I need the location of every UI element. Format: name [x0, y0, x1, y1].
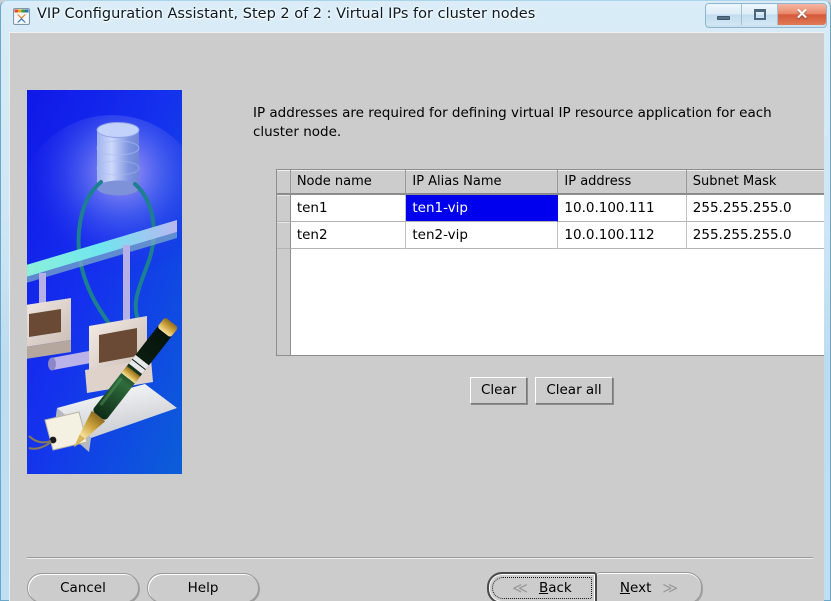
table-header-ip-alias-name[interactable]: IP Alias Name [406, 170, 558, 194]
row-selector-cell[interactable] [277, 195, 291, 222]
next-button[interactable]: Next ≫ [597, 572, 702, 601]
vip-table[interactable]: Node name IP Alias Name IP address Subne… [276, 169, 824, 356]
back-button-content: ≪ Back [489, 574, 595, 601]
next-label-rest: ext [630, 580, 651, 596]
table-empty-area [277, 249, 824, 356]
minimize-icon [717, 16, 730, 20]
next-mnemonic: N [620, 580, 630, 596]
cell-ip-alias-name[interactable]: ten2-vip [406, 222, 558, 249]
clear-all-button[interactable]: Clear all [535, 377, 612, 404]
dialog-client-area: IP addresses are required for defining v… [9, 32, 824, 601]
window-controls: ✕ [705, 3, 827, 28]
navigation-button-group: ≪ Back Next ≫ [487, 572, 702, 601]
window-title: VIP Configuration Assistant, Step 2 of 2… [37, 6, 535, 22]
empty-rows-area [291, 249, 824, 356]
maximize-button[interactable] [742, 4, 778, 25]
table-header-ip-address[interactable]: IP address [558, 170, 686, 194]
table-row[interactable]: ten1 ten1-vip 10.0.100.111 255.255.255.0 [277, 195, 824, 222]
cancel-button[interactable]: Cancel [27, 573, 139, 601]
close-button[interactable]: ✕ [778, 4, 826, 25]
next-button-label: Next [620, 573, 651, 601]
instruction-text: IP addresses are required for defining v… [253, 104, 811, 142]
cell-ip-address[interactable]: 10.0.100.112 [558, 222, 686, 249]
banner-illustration [27, 90, 182, 474]
chevron-right-icon: ≫ [662, 581, 678, 596]
table-header-row: Node name IP Alias Name IP address Subne… [277, 170, 824, 195]
cell-node-name[interactable]: ten1 [291, 195, 407, 222]
table-header-subnet-mask[interactable]: Subnet Mask [687, 170, 824, 194]
table-row[interactable]: ten2 ten2-vip 10.0.100.112 255.255.255.0 [277, 222, 824, 249]
clear-button[interactable]: Clear [470, 377, 527, 404]
next-button-content: Next ≫ [597, 573, 701, 601]
footer-separator [27, 557, 813, 558]
back-button[interactable]: ≪ Back [487, 572, 597, 601]
maximize-icon [754, 9, 766, 20]
empty-row-selector-column [277, 249, 291, 356]
clear-button-group: Clear Clear all [470, 377, 613, 404]
minimize-button[interactable] [706, 4, 742, 25]
table-header-node-name[interactable]: Node name [291, 170, 407, 194]
cell-ip-address[interactable]: 10.0.100.111 [558, 195, 686, 222]
cell-subnet-mask[interactable]: 255.255.255.0 [687, 195, 824, 222]
title-bar[interactable]: VIP Configuration Assistant, Step 2 of 2… [1, 1, 831, 31]
cell-ip-alias-name-selected[interactable]: ten1-vip [406, 195, 558, 222]
oracle-assistant-icon [13, 8, 30, 25]
application-window: VIP Configuration Assistant, Step 2 of 2… [0, 0, 831, 601]
row-selector-cell[interactable] [277, 222, 291, 249]
back-mnemonic: B [539, 580, 548, 596]
cell-subnet-mask[interactable]: 255.255.255.0 [687, 222, 824, 249]
help-button[interactable]: Help [147, 573, 259, 601]
back-label-rest: ack [548, 580, 572, 596]
close-icon: ✕ [778, 4, 826, 25]
chevron-left-icon: ≪ [512, 581, 528, 596]
back-button-label: Back [539, 573, 572, 601]
table-header-rowselector[interactable] [277, 170, 291, 194]
cell-node-name[interactable]: ten2 [291, 222, 407, 249]
